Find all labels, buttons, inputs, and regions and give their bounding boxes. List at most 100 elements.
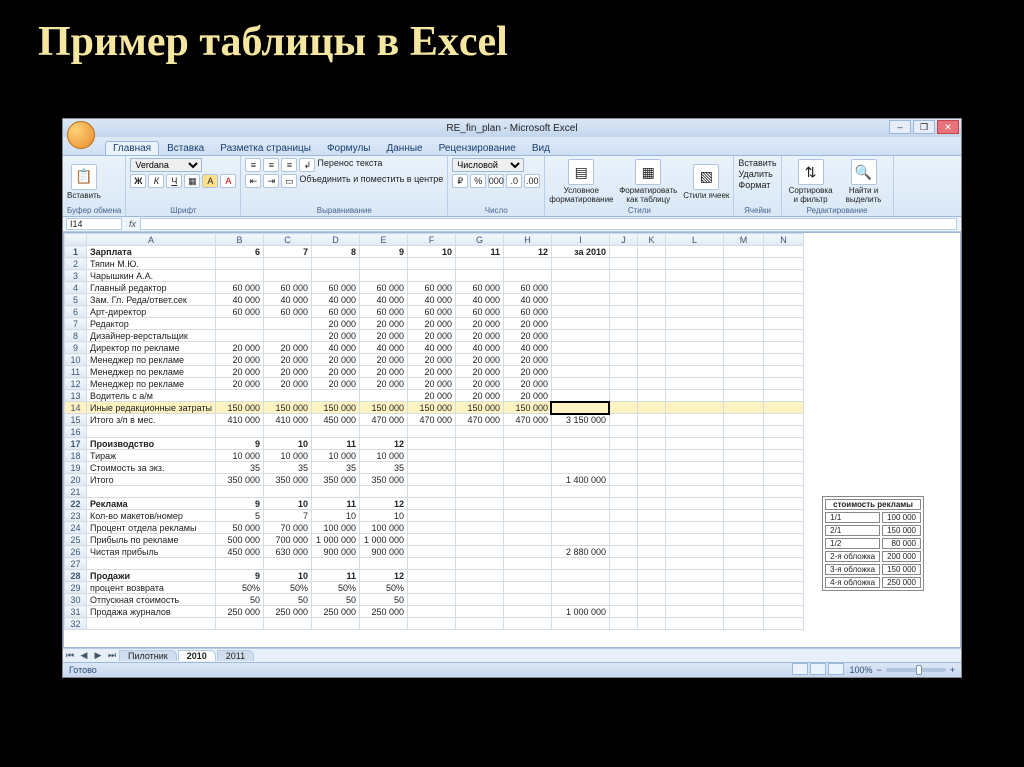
cell[interactable]: 250 000: [263, 606, 311, 618]
cell[interactable]: [763, 606, 803, 618]
cell[interactable]: [551, 450, 609, 462]
cell[interactable]: [609, 618, 637, 630]
cell[interactable]: [407, 582, 455, 594]
cell[interactable]: [407, 558, 455, 570]
cell[interactable]: [665, 582, 723, 594]
cell[interactable]: [455, 582, 503, 594]
cell[interactable]: 7: [263, 246, 311, 258]
cell[interactable]: [637, 258, 665, 270]
cell[interactable]: [665, 354, 723, 366]
ribbon-tab[interactable]: Рецензирование: [431, 141, 524, 155]
row-header[interactable]: 10: [65, 354, 87, 366]
cell[interactable]: 6: [215, 246, 263, 258]
cell[interactable]: 150 000: [455, 402, 503, 414]
cell[interactable]: 470 000: [407, 414, 455, 426]
cell[interactable]: [455, 558, 503, 570]
cell[interactable]: [407, 498, 455, 510]
cell[interactable]: 20 000: [311, 366, 359, 378]
cell[interactable]: 150 000: [359, 402, 407, 414]
sheet-tab[interactable]: Пилотник: [119, 650, 177, 661]
cell[interactable]: [637, 330, 665, 342]
cell[interactable]: [637, 510, 665, 522]
cell[interactable]: [665, 270, 723, 282]
cell[interactable]: [637, 318, 665, 330]
cell[interactable]: [455, 594, 503, 606]
column-header[interactable]: A: [87, 234, 216, 246]
cell[interactable]: Чистая прибыль: [87, 546, 216, 558]
cell[interactable]: [407, 522, 455, 534]
row-header[interactable]: 14: [65, 402, 87, 414]
cell[interactable]: [637, 270, 665, 282]
close-button[interactable]: ✕: [937, 120, 959, 134]
cell[interactable]: [763, 474, 803, 486]
row-header[interactable]: 31: [65, 606, 87, 618]
cell[interactable]: [637, 282, 665, 294]
cell[interactable]: 3 150 000: [551, 414, 609, 426]
cell[interactable]: [455, 474, 503, 486]
row-header[interactable]: 2: [65, 258, 87, 270]
cell[interactable]: [407, 486, 455, 498]
cell[interactable]: [609, 354, 637, 366]
cell[interactable]: [763, 594, 803, 606]
row-header[interactable]: 28: [65, 570, 87, 582]
cell[interactable]: [503, 606, 551, 618]
cell[interactable]: [665, 390, 723, 402]
cell[interactable]: [763, 390, 803, 402]
cell[interactable]: [609, 378, 637, 390]
cell[interactable]: [215, 558, 263, 570]
cell[interactable]: [551, 318, 609, 330]
cell[interactable]: [665, 450, 723, 462]
cell[interactable]: Кол-во макетов/номер: [87, 510, 216, 522]
row-header[interactable]: 9: [65, 342, 87, 354]
cell[interactable]: [665, 426, 723, 438]
cell[interactable]: [551, 570, 609, 582]
cell[interactable]: 20 000: [407, 390, 455, 402]
office-button[interactable]: [67, 121, 95, 149]
cell[interactable]: [723, 330, 763, 342]
cell[interactable]: 20 000: [359, 330, 407, 342]
cell[interactable]: [215, 270, 263, 282]
row-header[interactable]: 24: [65, 522, 87, 534]
cell[interactable]: [609, 318, 637, 330]
cell[interactable]: 10: [407, 246, 455, 258]
cell[interactable]: 50: [311, 594, 359, 606]
cell[interactable]: [665, 366, 723, 378]
cell[interactable]: 70 000: [263, 522, 311, 534]
cell[interactable]: [723, 546, 763, 558]
cell[interactable]: [551, 522, 609, 534]
cell[interactable]: 470 000: [503, 414, 551, 426]
cell[interactable]: [723, 582, 763, 594]
cell[interactable]: [215, 330, 263, 342]
cell[interactable]: [637, 570, 665, 582]
cell[interactable]: [609, 402, 637, 414]
cell[interactable]: [609, 342, 637, 354]
cell[interactable]: [455, 546, 503, 558]
cell[interactable]: 12: [359, 498, 407, 510]
cell[interactable]: [215, 318, 263, 330]
sheet-tab[interactable]: 2011: [217, 650, 254, 661]
cell[interactable]: [407, 258, 455, 270]
cell[interactable]: [609, 582, 637, 594]
sheet-tab[interactable]: 2010: [178, 650, 216, 661]
cell[interactable]: 9: [215, 438, 263, 450]
cell[interactable]: [551, 354, 609, 366]
cell[interactable]: 410 000: [263, 414, 311, 426]
cell[interactable]: [455, 498, 503, 510]
cell[interactable]: [637, 354, 665, 366]
cell[interactable]: [551, 582, 609, 594]
cell[interactable]: 350 000: [263, 474, 311, 486]
cell[interactable]: [609, 558, 637, 570]
row-header[interactable]: 4: [65, 282, 87, 294]
cell[interactable]: 20 000: [407, 330, 455, 342]
cell[interactable]: 60 000: [311, 306, 359, 318]
cell[interactable]: 40 000: [455, 294, 503, 306]
cell[interactable]: [263, 258, 311, 270]
cell[interactable]: [723, 378, 763, 390]
cell[interactable]: [551, 462, 609, 474]
cell[interactable]: Тяпин М.Ю.: [87, 258, 216, 270]
cell[interactable]: [723, 318, 763, 330]
sheet-nav-prev[interactable]: ◀: [77, 650, 91, 661]
cell[interactable]: [763, 414, 803, 426]
cell[interactable]: [455, 450, 503, 462]
wrap-text-icon[interactable]: ↲: [299, 158, 315, 172]
